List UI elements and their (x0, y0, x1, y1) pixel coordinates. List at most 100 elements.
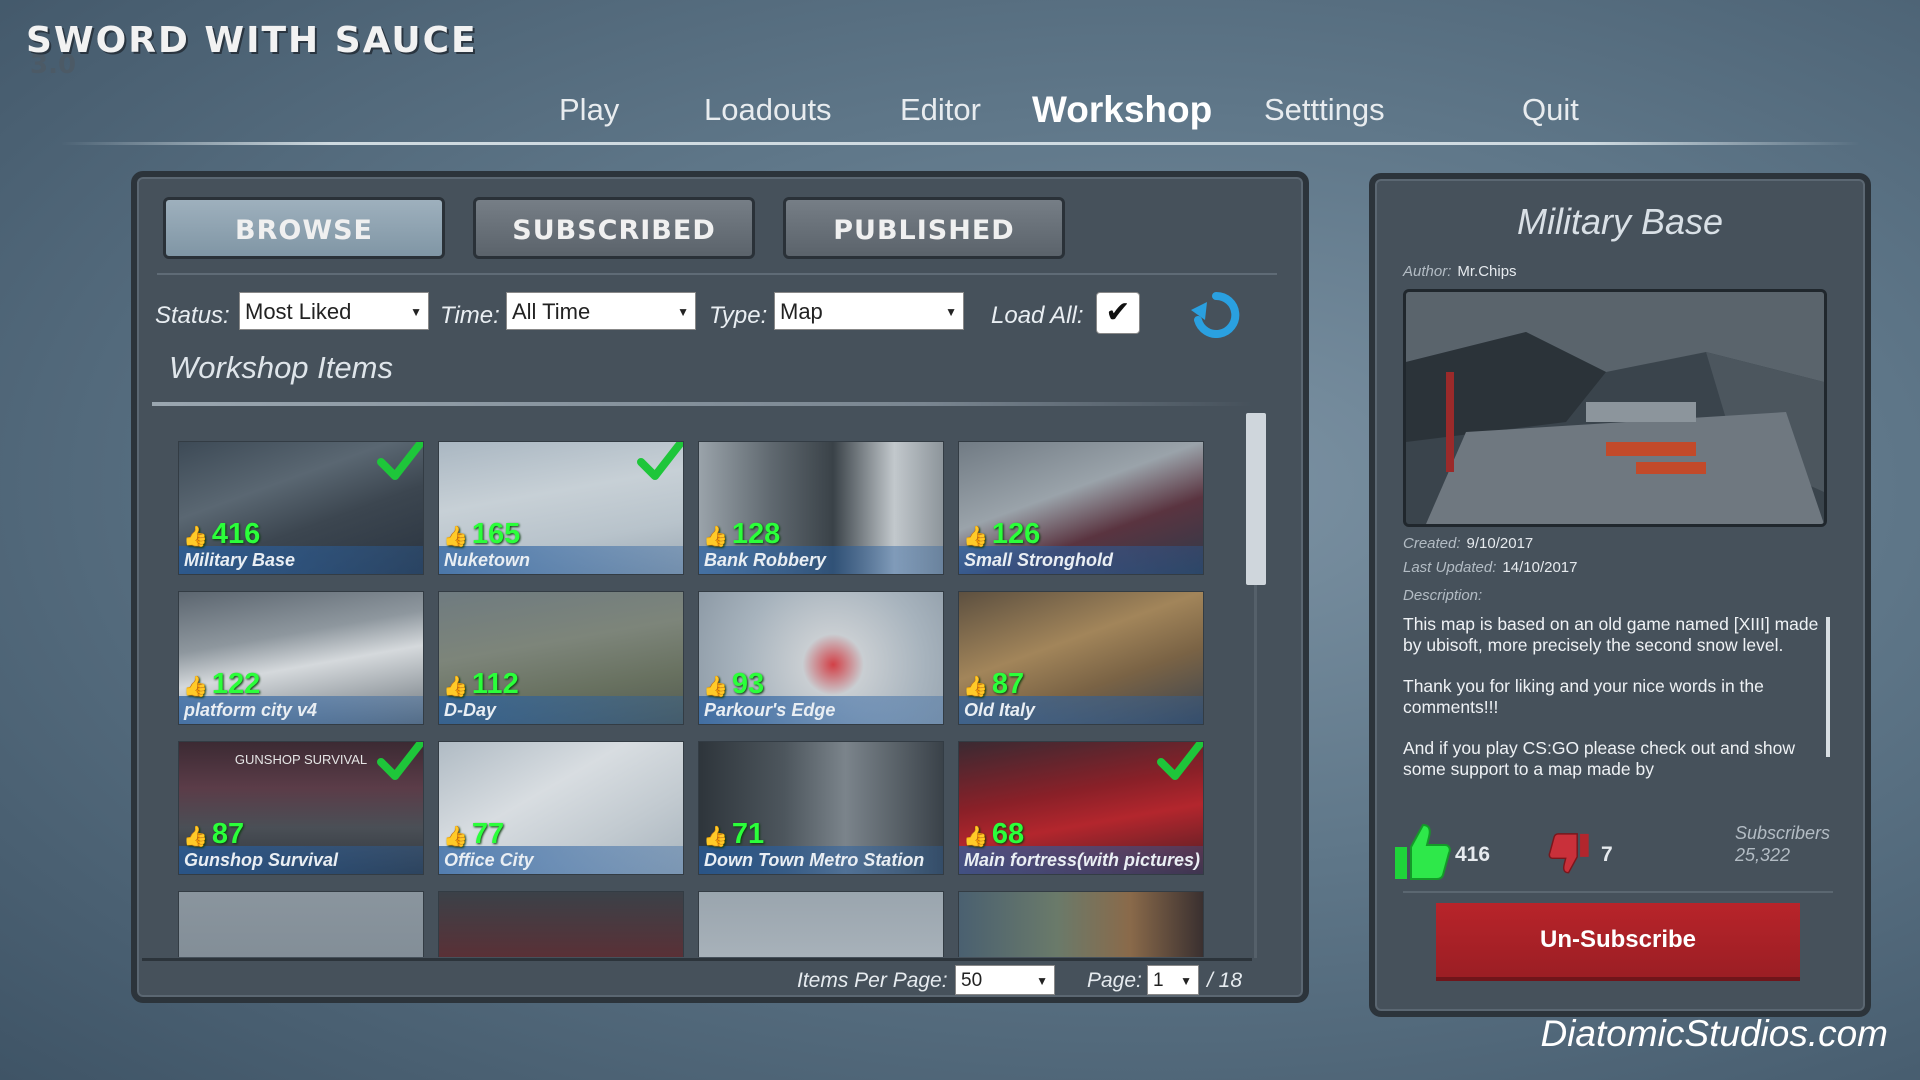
status-value: Most Liked (245, 299, 352, 324)
status-dropdown[interactable]: Most Liked ▼ (239, 292, 429, 330)
workshop-item[interactable] (178, 891, 424, 957)
item-name: Old Italy (964, 700, 1036, 720)
checkmark-icon (377, 742, 423, 780)
checkmark-icon (1157, 742, 1203, 780)
subscribers-count: 25,322 (1735, 845, 1791, 865)
item-likes: 👍 128 (703, 518, 781, 550)
thumbs-up-icon: 👍 (183, 676, 208, 698)
description-paragraph: And if you play CS:GO please check out a… (1403, 738, 1796, 779)
workshop-item[interactable]: 👍 112 D-Day (438, 591, 684, 725)
workshop-item[interactable]: 👍 165 Nuketown (438, 441, 684, 575)
detail-title: Military Base (1516, 201, 1724, 242)
map-thumbnail (439, 892, 683, 957)
tab-published[interactable]: PUBLISHED (783, 197, 1065, 259)
map-thumbnail (179, 892, 423, 957)
workshop-item[interactable]: 👍 128 Bank Robbery (698, 441, 944, 575)
detail-preview-image (1403, 289, 1827, 527)
nav-divider (60, 142, 1860, 145)
grid-scrollbar-thumb[interactable] (1246, 413, 1266, 585)
dislike-count: 7 (1601, 843, 1613, 866)
item-detail-panel: Military Base Author: Mr.Chips Created: 9/… (1369, 173, 1871, 1017)
page-dropdown[interactable]: 1 ▼ (1147, 965, 1199, 995)
nav-loadouts[interactable]: Loadouts (704, 92, 832, 128)
type-dropdown[interactable]: Map ▼ (774, 292, 964, 330)
workshop-item[interactable]: 👍 71 Down Town Metro Station (698, 741, 944, 875)
subscribers-label: Subscribers (1735, 823, 1831, 843)
workshop-item[interactable]: GUNSHOP SURVIVAL 👍 87 Gunshop Survival (178, 741, 424, 875)
refresh-icon[interactable] (1189, 290, 1243, 338)
checkmark-icon: ✔ (1105, 296, 1131, 329)
workshop-item[interactable]: 👍 416 Military Base (178, 441, 424, 575)
map-thumbnail (959, 892, 1203, 957)
detail-author: Author: Mr.Chips (1403, 263, 1517, 280)
checkmark-icon (637, 442, 683, 480)
updated-label: Last Updated: (1403, 559, 1497, 576)
item-name: Down Town Metro Station (704, 850, 925, 870)
chevron-down-icon: ▼ (1036, 974, 1048, 988)
type-label: Type: (709, 302, 768, 329)
thumbs-up-icon: 👍 (703, 676, 728, 698)
workshop-item[interactable]: 👍 93 Parkour's Edge (698, 591, 944, 725)
items-per-page-value: 50 (961, 970, 983, 991)
item-likes: 👍 68 (963, 818, 1025, 850)
item-name: Bank Robbery (704, 550, 827, 570)
pagination: Items Per Page: 50 ▼ Page: 1 ▼ / 18 (797, 963, 1297, 999)
game-logo: SWORD WITH SAUCE 3.0 (26, 20, 478, 80)
thumbs-up-icon: 👍 (183, 526, 208, 548)
workshop-item[interactable]: 👍 68 Main fortress(with pictures) (958, 741, 1204, 875)
nav-play[interactable]: Play (559, 92, 619, 128)
chevron-down-icon: ▼ (677, 305, 689, 319)
item-likes: 👍 87 (183, 818, 245, 850)
tab-subscribed[interactable]: SUBSCRIBED (473, 197, 755, 259)
workshop-item[interactable] (698, 891, 944, 957)
workshop-grid: 👍 416 Military Base 👍 165 Nuketown 👍 128 Ba… (157, 417, 1287, 957)
thumbs-up-icon: 👍 (443, 526, 468, 548)
time-dropdown[interactable]: All Time ▼ (506, 292, 696, 330)
workshop-item[interactable]: 👍 77 Office City (438, 741, 684, 875)
thumbs-up-icon: 👍 (963, 676, 988, 698)
description-paragraph: This map is based on an old game named [… (1403, 614, 1819, 655)
page-value: 1 (1153, 970, 1164, 991)
like-button[interactable] (1389, 819, 1453, 883)
nav-editor[interactable]: Editor (900, 92, 981, 128)
total-pages: / 18 (1207, 969, 1243, 992)
tab-browse[interactable]: BROWSE (163, 197, 445, 259)
main-nav: Play Loadouts Editor Workshop Setttings … (0, 89, 1920, 142)
chevron-down-icon: ▼ (410, 305, 422, 319)
nav-settings[interactable]: Setttings (1264, 92, 1385, 128)
like-count: 416 (1455, 843, 1491, 866)
thumbs-up-icon: 👍 (183, 826, 208, 848)
item-name: Small Stronghold (964, 550, 1114, 570)
load-all-checkbox[interactable]: ✔ (1096, 292, 1140, 334)
time-label: Time: (440, 302, 500, 329)
item-likes: 👍 126 (963, 518, 1041, 550)
thumbs-up-icon: 👍 (443, 826, 468, 848)
workshop-browser-panel: BROWSE SUBSCRIBED PUBLISHED Status: Most… (131, 171, 1309, 1003)
dislike-button[interactable] (1547, 831, 1593, 877)
description-scrollbar[interactable] (1826, 617, 1830, 757)
item-likes: 👍 71 (703, 818, 765, 850)
nav-workshop[interactable]: Workshop (1032, 89, 1212, 131)
load-all-label: Load All: (991, 302, 1084, 329)
item-name: Parkour's Edge (704, 700, 836, 720)
status-label: Status: (155, 302, 230, 329)
item-likes: 👍 416 (183, 518, 261, 550)
unsubscribe-button[interactable]: Un-Subscribe (1436, 903, 1800, 981)
workshop-item[interactable] (438, 891, 684, 957)
nav-quit[interactable]: Quit (1522, 92, 1579, 128)
tabs-divider (157, 273, 1277, 275)
description-label: Description: (1403, 587, 1483, 604)
workshop-item[interactable]: 👍 122 platform city v4 (178, 591, 424, 725)
author-name: Mr.Chips (1457, 263, 1517, 280)
workshop-item[interactable]: 👍 87 Old Italy (958, 591, 1204, 725)
items-per-page-dropdown[interactable]: 50 ▼ (955, 965, 1055, 995)
thumbs-up-icon: 👍 (963, 526, 988, 548)
item-name: Office City (444, 850, 534, 870)
chevron-down-icon: ▼ (945, 305, 957, 319)
item-name: Nuketown (444, 550, 531, 570)
vote-divider (1403, 891, 1833, 893)
item-name: platform city v4 (184, 700, 318, 720)
detail-description[interactable]: This map is based on an old game named [… (1403, 614, 1823, 799)
workshop-item[interactable]: 👍 126 Small Stronghold (958, 441, 1204, 575)
workshop-item[interactable] (958, 891, 1204, 957)
